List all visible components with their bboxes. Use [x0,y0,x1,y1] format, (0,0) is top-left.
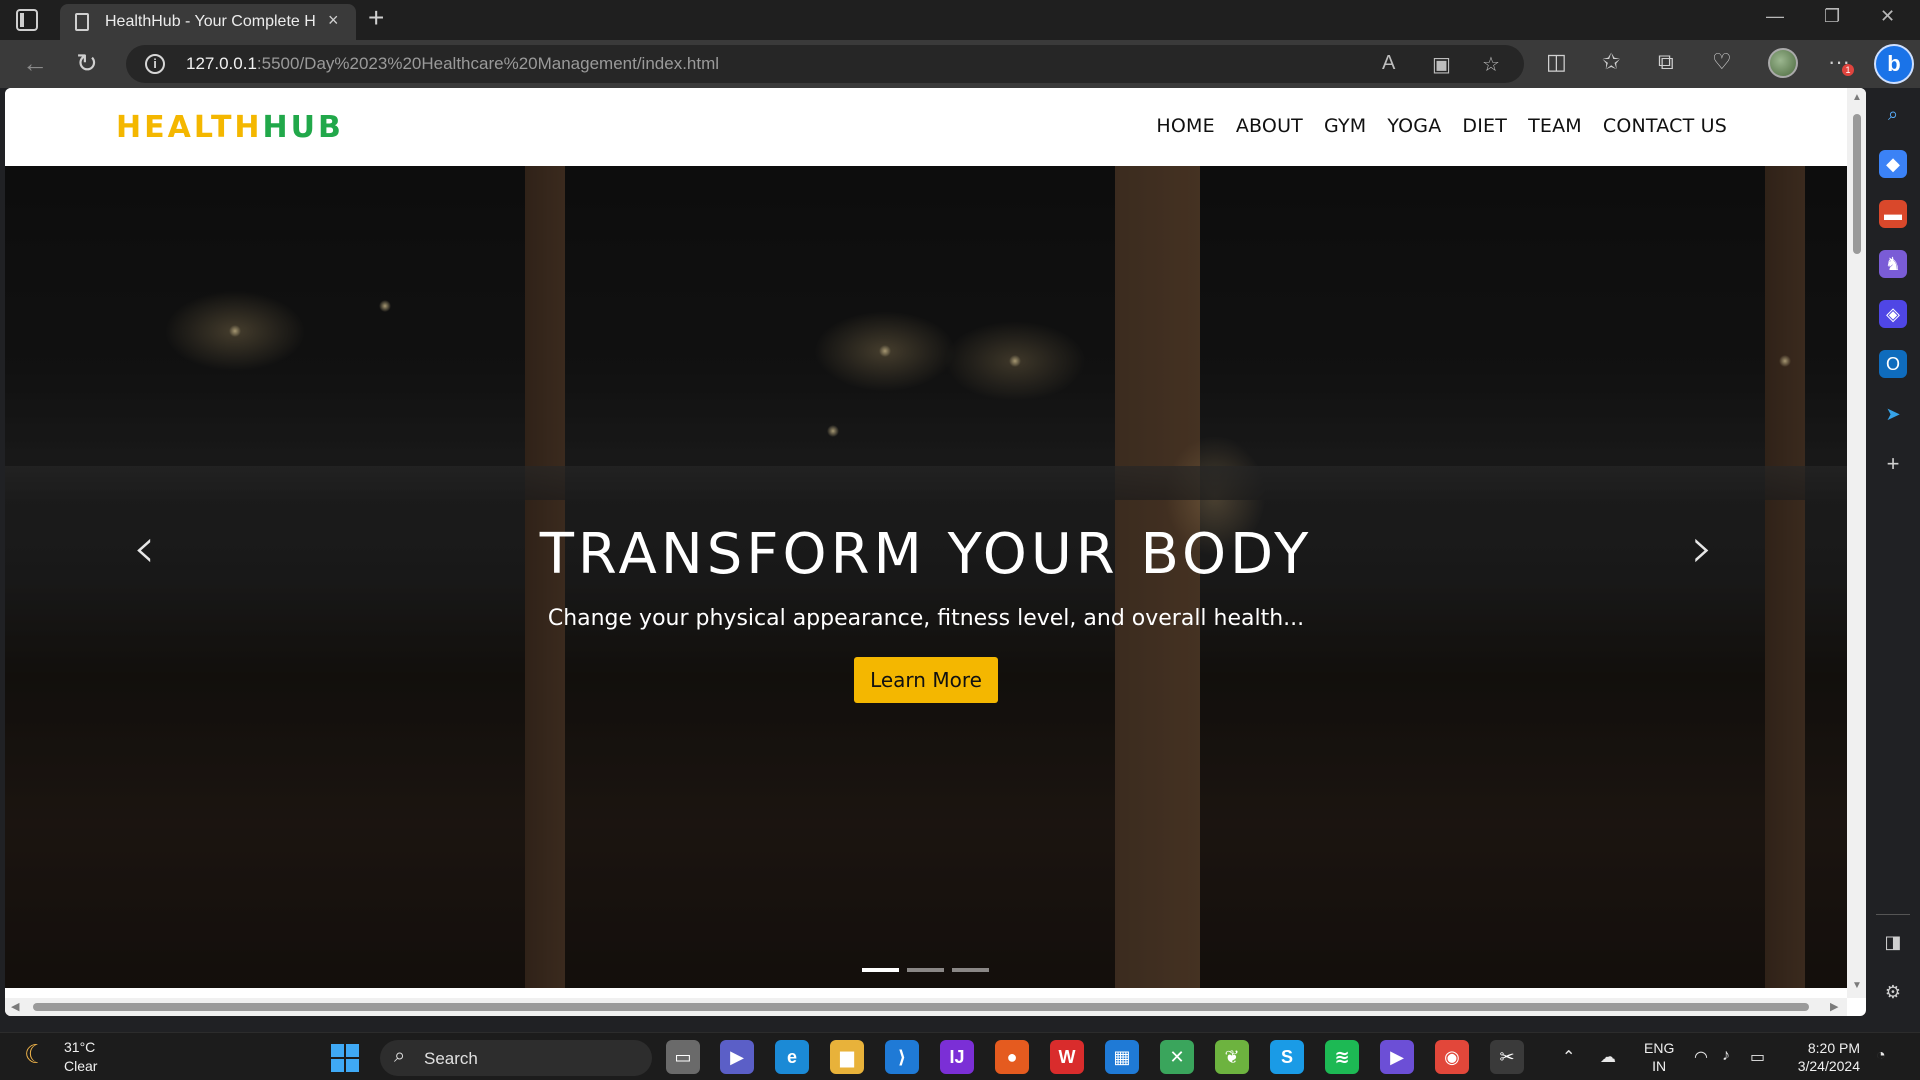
browser-tab[interactable]: HealthHub - Your Complete Heal × [60,4,356,40]
sidebar-divider [1876,914,1910,915]
carousel-indicator-1[interactable] [862,968,899,972]
browser-essentials-icon[interactable]: ♡ [1712,49,1732,75]
snipping-tool-icon[interactable]: ✂ [1490,1040,1524,1074]
learn-more-button[interactable]: Learn More [854,657,998,703]
tab-bar: HealthHub - Your Complete Heal × + — ❐ ✕ [0,0,1920,40]
games-icon[interactable]: ♞ [1879,250,1907,278]
site-logo[interactable]: HEALTHHUB [116,110,344,145]
main-nav: HOME ABOUT GYM YOGA DIET TEAM CONTACT US [1156,115,1727,137]
settings-icon[interactable]: ⚙ [1879,978,1907,1006]
onedrive-icon[interactable]: ☁ [1600,1047,1616,1067]
address-field[interactable]: i 127.0.0.1:5500/Day%2023%20Healthcare%2… [126,45,1524,83]
vertical-scroll-thumb[interactable] [1853,114,1861,254]
xcode-icon[interactable]: ✕ [1160,1040,1194,1074]
firefox-icon[interactable]: ● [995,1040,1029,1074]
vscode-icon[interactable]: ⟩ [885,1040,919,1074]
restore-icon[interactable]: ❐ [1824,6,1840,27]
favorites-icon[interactable]: ✩ [1602,49,1620,75]
scroll-right-icon[interactable]: ▶ [1830,1000,1838,1013]
page-icon [75,13,89,31]
nav-contact-us[interactable]: CONTACT US [1603,115,1727,137]
search-icon[interactable]: ⌕ [1879,100,1907,128]
tab-title: HealthHub - Your Complete Heal [105,13,315,30]
wifi-icon[interactable]: ◠ [1694,1047,1708,1067]
chrome-icon[interactable]: ◉ [1435,1040,1469,1074]
close-tab-icon[interactable]: × [328,10,339,31]
scroll-left-icon[interactable]: ◀ [11,1000,19,1013]
windows-taskbar: ☾ 31°C Clear ⌕ Search ▭ ▶ e ▆ ⟩ IJ ● W ▦… [0,1032,1920,1080]
address-toolbar: ← ↻ i 127.0.0.1:5500/Day%2023%20Healthca… [0,40,1920,88]
edge-icon[interactable]: e [775,1040,809,1074]
battery-icon[interactable]: ▭ [1750,1047,1765,1067]
tag-icon[interactable]: ◆ [1879,150,1907,178]
nav-diet[interactable]: DIET [1462,115,1507,137]
hide-sidebar-icon[interactable]: ◨ [1879,928,1907,956]
minimize-icon[interactable]: — [1766,6,1784,27]
carousel-indicator-3[interactable] [952,968,989,972]
horizontal-scrollbar[interactable]: ◀ ▶ [5,998,1847,1016]
windows-start-icon[interactable] [331,1044,359,1072]
notifications-icon[interactable]: ◔ [1876,1047,1886,1065]
horizontal-scroll-thumb[interactable] [33,1003,1809,1011]
favorite-star-icon[interactable]: ☆ [1482,52,1500,77]
site-info-icon[interactable]: i [145,54,165,74]
moon-icon[interactable]: ☾ [24,1039,47,1070]
tab-actions-icon[interactable] [16,9,38,31]
folder-icon[interactable]: ▆ [830,1040,864,1074]
system-clock[interactable]: 8:20 PM 3/24/2024 [1770,1039,1860,1075]
carousel-indicator-2[interactable] [907,968,944,972]
skype-icon[interactable]: S [1270,1040,1304,1074]
notification-badge: 1 [1842,64,1854,76]
language-indicator[interactable]: ENG IN [1644,1039,1674,1075]
read-aloud-icon[interactable]: A [1382,52,1395,75]
search-label: Search [424,1049,478,1068]
edge-sidebar: ⌕ ◆ ▬ ♞ ◈ O ➤ + ◨ ⚙ [1866,88,1920,1016]
copilot-app-icon[interactable]: ▶ [1380,1040,1414,1074]
carousel-indicators [862,968,989,972]
teams-icon[interactable]: ▶ [720,1040,754,1074]
wps-icon[interactable]: W [1050,1040,1084,1074]
page-viewport: HEALTHHUB HOME ABOUT GYM YOGA DIET TEAM … [5,88,1866,1016]
nav-gym[interactable]: GYM [1324,115,1366,137]
copilot-icon[interactable]: ◈ [1879,300,1907,328]
store-icon[interactable]: ▦ [1105,1040,1139,1074]
search-icon: ⌕ [394,1045,406,1067]
volume-icon[interactable]: ♪ [1722,1047,1730,1065]
weather-condition[interactable]: Clear [64,1058,97,1074]
nav-team[interactable]: TEAM [1528,115,1582,137]
nav-home[interactable]: HOME [1156,115,1214,137]
hero-content: ‹ TRANSFORM YOUR BODY Change your physic… [5,166,1847,988]
immersive-reader-icon[interactable]: ▣ [1432,52,1451,77]
new-tab-icon[interactable]: + [368,2,384,34]
vertical-scrollbar[interactable]: ▲ ▼ [1847,88,1866,998]
taskbar-search[interactable]: ⌕ Search [380,1040,652,1076]
telegram-icon[interactable]: ➤ [1879,400,1907,428]
site-header: HEALTHHUB HOME ABOUT GYM YOGA DIET TEAM … [5,88,1847,166]
toolbox-icon[interactable]: ▬ [1879,200,1907,228]
scroll-up-icon[interactable]: ▲ [1852,92,1862,103]
spring-icon[interactable]: ❦ [1215,1040,1249,1074]
show-hidden-icons[interactable]: ⌃ [1562,1047,1575,1067]
spotify-icon[interactable]: ≋ [1325,1040,1359,1074]
back-icon[interactable]: ← [22,48,48,79]
url-text[interactable]: 127.0.0.1:5500/Day%2023%20Healthcare%20M… [186,54,719,74]
nav-about[interactable]: ABOUT [1236,115,1303,137]
close-window-icon[interactable]: ✕ [1880,6,1895,27]
split-screen-icon[interactable]: ◫ [1546,49,1567,75]
scroll-down-icon[interactable]: ▼ [1852,980,1862,991]
carousel-next-icon[interactable]: › [1691,516,1713,581]
refresh-icon[interactable]: ↻ [76,48,98,79]
hero-title: TRANSFORM YOUR BODY [539,522,1313,587]
copilot-icon[interactable]: b [1874,44,1914,84]
hero-subtitle: Change your physical appearance, fitness… [547,606,1305,631]
hero-carousel: ‹ TRANSFORM YOUR BODY Change your physic… [5,166,1847,988]
collections-icon[interactable]: ⧉ [1658,49,1674,75]
outlook-icon[interactable]: O [1879,350,1907,378]
task-view-icon[interactable]: ▭ [666,1040,700,1074]
weather-temperature[interactable]: 31°C [64,1039,95,1055]
intellij-icon[interactable]: IJ [940,1040,974,1074]
add-icon[interactable]: + [1879,450,1907,478]
nav-yoga[interactable]: YOGA [1387,115,1441,137]
profile-avatar[interactable] [1768,48,1798,78]
